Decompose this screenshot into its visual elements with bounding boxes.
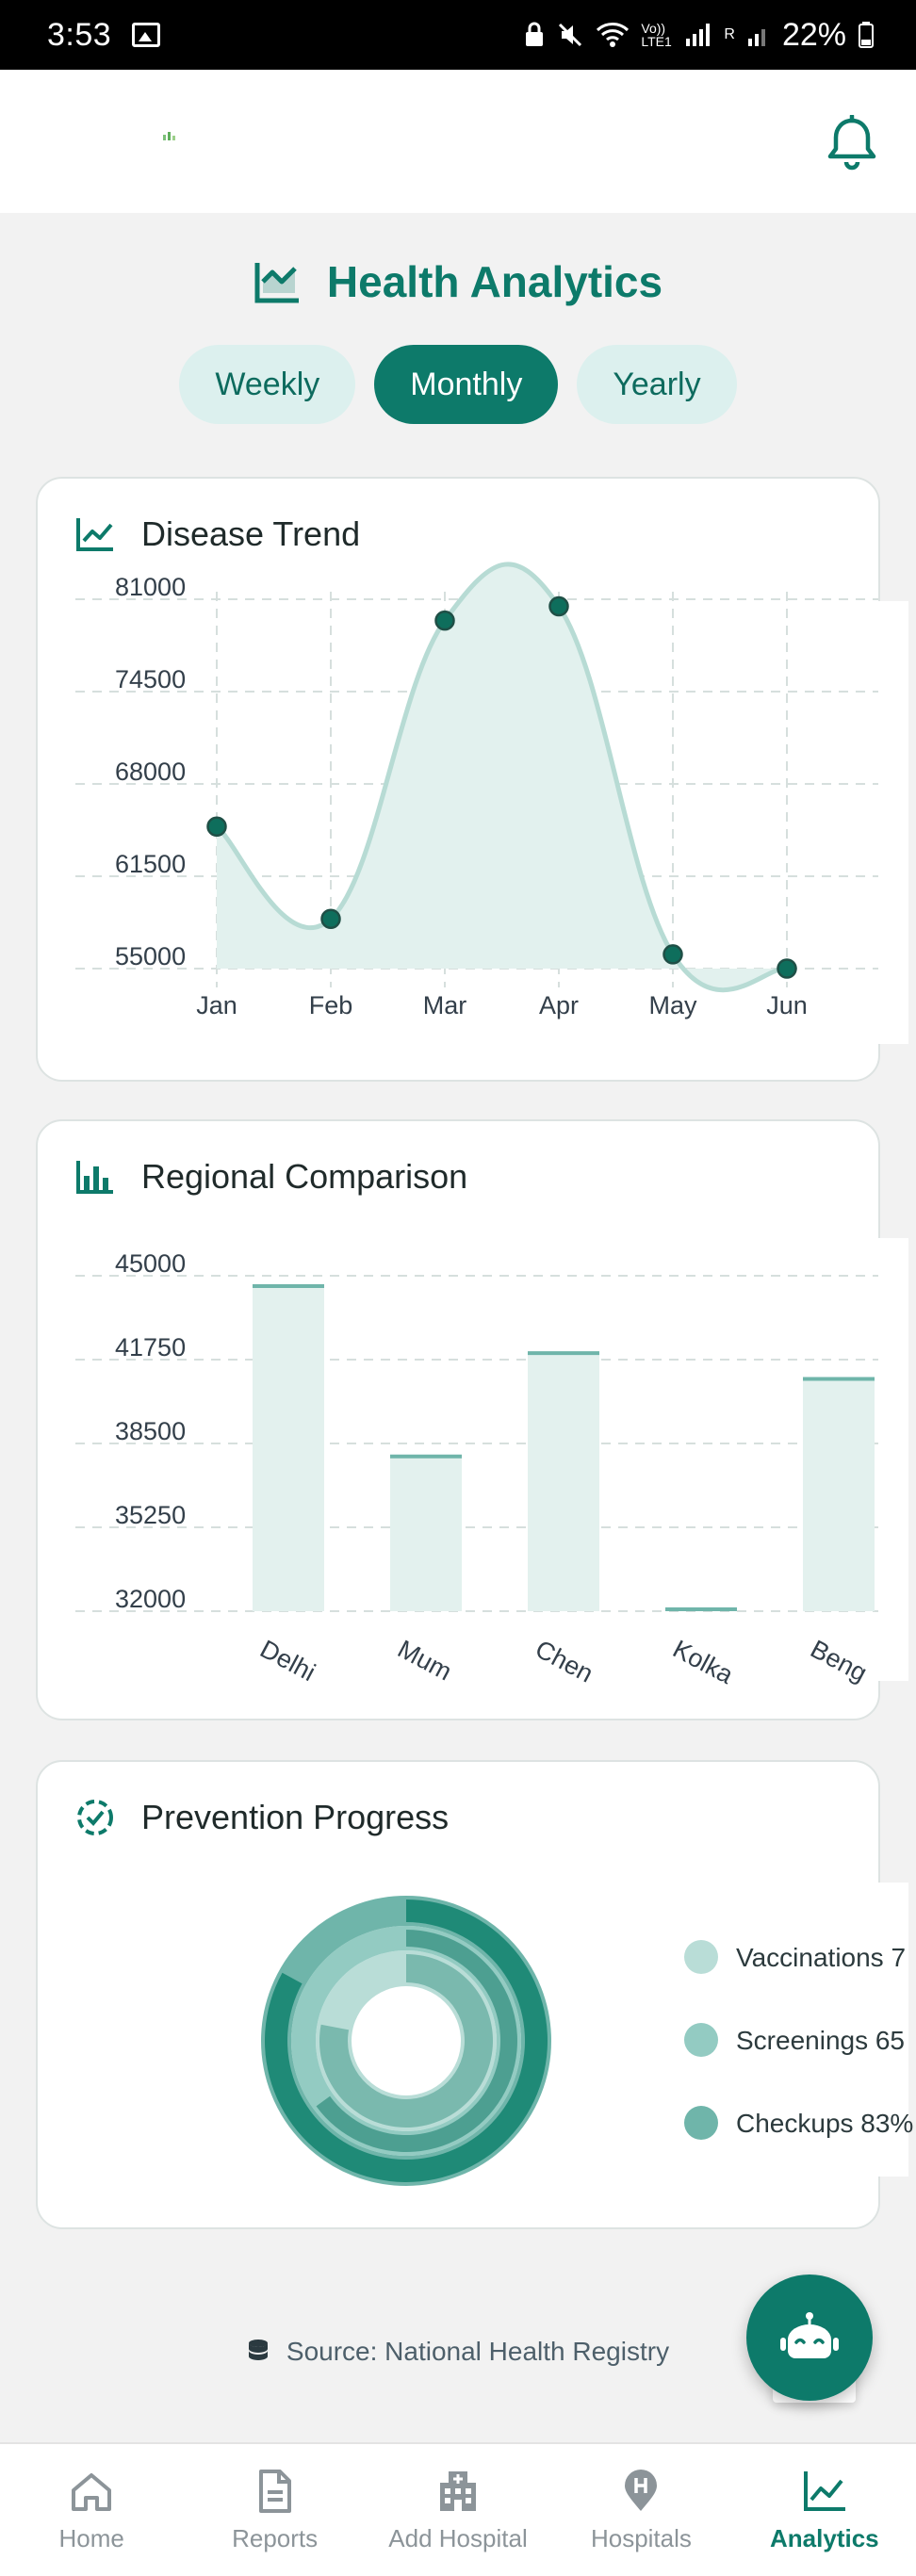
app-header — [0, 70, 916, 213]
wifi-icon — [597, 23, 630, 47]
image-notification-icon — [132, 23, 161, 47]
x-tick-label: Kolka — [668, 1635, 739, 1690]
signal-icon — [686, 24, 711, 46]
data-point-apr — [548, 595, 569, 617]
nav-analytics[interactable]: Analytics — [733, 2444, 916, 2576]
data-point-mar — [434, 610, 455, 631]
status-icons: Vo)) LTE1 R 22% — [524, 17, 875, 54]
data-point-may — [662, 944, 683, 965]
tab-monthly[interactable]: Monthly — [374, 345, 559, 424]
tab-weekly[interactable]: Weekly — [179, 345, 356, 424]
legend-label-screenings: Screenings 65 — [736, 2026, 905, 2055]
analytics-icon — [803, 2470, 845, 2511]
app-logo — [163, 132, 175, 140]
legend-label-vaccinations: Vaccinations 7 — [736, 1943, 906, 1972]
prevention-chart: Vaccinations 7 Screenings 65 Checkups 83% — [261, 1896, 913, 2186]
y-tick-label: 68000 — [115, 758, 186, 786]
robot-icon — [780, 2312, 839, 2358]
nav-home-label: Home — [58, 2523, 124, 2552]
regional-chart: 45000 41750 38500 35250 32000 Delhi Mum Chen Kol… — [75, 1249, 878, 1690]
legend-swatch-screenings — [684, 2023, 718, 2057]
period-tabs: Weekly Monthly Yearly — [0, 345, 916, 424]
y-tick-label: 81000 — [115, 573, 186, 601]
x-tick-label: Feb — [309, 991, 353, 1019]
nav-hospitals-label: Hospitals — [590, 2523, 692, 2552]
bottom-nav: Home Reports Add Hospital Hospitals Anal… — [0, 2442, 916, 2576]
x-tick-label: Apr — [539, 991, 579, 1019]
data-point-jun — [777, 958, 797, 979]
data-point-feb — [320, 908, 341, 929]
disease-trend-chart: 81000 74500 68000 61500 55000 Jan Feb Mar Apr May… — [75, 562, 878, 1019]
database-icon — [248, 2340, 268, 2360]
status-time: 3:53 — [47, 16, 112, 53]
signal-2-icon — [747, 29, 765, 46]
chatbot-button[interactable] — [746, 2274, 873, 2401]
legend-label-checkups: Checkups 83% — [736, 2109, 913, 2138]
lock-icon — [526, 22, 544, 46]
home-icon — [72, 2472, 112, 2511]
page-title: Health Analytics — [326, 257, 663, 306]
y-tick-label: 61500 — [115, 850, 186, 878]
y-tick-label: 74500 — [115, 665, 186, 693]
document-icon — [258, 2469, 291, 2513]
disease-trend-card: Disease Trend 81000 74500 68000 61500 55000 J… — [36, 477, 908, 1082]
hospital-pin-icon — [625, 2469, 658, 2511]
nav-reports[interactable]: Reports — [183, 2444, 366, 2576]
status-bar: 3:53 Vo)) LTE1 R 22% — [0, 0, 916, 70]
y-tick-label: 55000 — [115, 942, 186, 970]
nav-analytics-label: Analytics — [770, 2523, 879, 2552]
x-tick-label: Jun — [766, 991, 808, 1019]
bar-chennai — [528, 1353, 599, 1611]
chart-area-icon — [254, 263, 299, 303]
roaming-label: R — [724, 26, 735, 42]
hospital-icon — [440, 2470, 477, 2511]
x-tick-label: Mum — [393, 1635, 456, 1687]
nav-reports-label: Reports — [232, 2523, 319, 2552]
x-tick-label: Chen — [531, 1635, 597, 1688]
data-point-jan — [206, 816, 227, 837]
y-tick-label: 35250 — [115, 1501, 186, 1529]
battery-icon — [859, 22, 874, 48]
nav-add-hospital[interactable]: Add Hospital — [367, 2444, 549, 2576]
y-tick-label: 45000 — [115, 1249, 186, 1278]
network-label: Vo)) LTE1 — [641, 21, 672, 49]
x-tick-label: Delhi — [255, 1635, 319, 1687]
page-title-row: Health Analytics — [0, 247, 916, 317]
bar-bengaluru — [803, 1378, 875, 1611]
y-tick-label: 32000 — [115, 1585, 186, 1613]
x-tick-label: Beng — [806, 1635, 872, 1687]
battery-percent: 22% — [781, 16, 846, 53]
nav-hospitals[interactable]: Hospitals — [549, 2444, 732, 2576]
x-tick-label: Mar — [423, 991, 467, 1019]
prevention-card: Prevention Progress Vaccinations 7 Screen… — [36, 1760, 913, 2229]
y-tick-label: 38500 — [115, 1417, 186, 1445]
mute-icon — [559, 23, 582, 47]
x-tick-label: May — [648, 991, 697, 1019]
bar-mumbai — [390, 1456, 462, 1611]
donut-center — [353, 1988, 459, 2094]
tab-yearly[interactable]: Yearly — [577, 345, 737, 424]
source-text: Source: National Health Registry — [286, 2337, 670, 2366]
bar-delhi — [253, 1285, 324, 1611]
regional-card: Regional Comparison 45000 41750 38500 35250… — [36, 1119, 908, 1720]
nav-add-hospital-label: Add Hospital — [388, 2523, 528, 2552]
legend-swatch-checkups — [684, 2106, 718, 2140]
nav-home[interactable]: Home — [0, 2444, 183, 2576]
legend-swatch-vaccinations — [684, 1940, 718, 1974]
y-tick-label: 41750 — [115, 1333, 186, 1361]
bell-icon[interactable] — [826, 115, 878, 171]
x-tick-label: Jan — [196, 991, 237, 1019]
